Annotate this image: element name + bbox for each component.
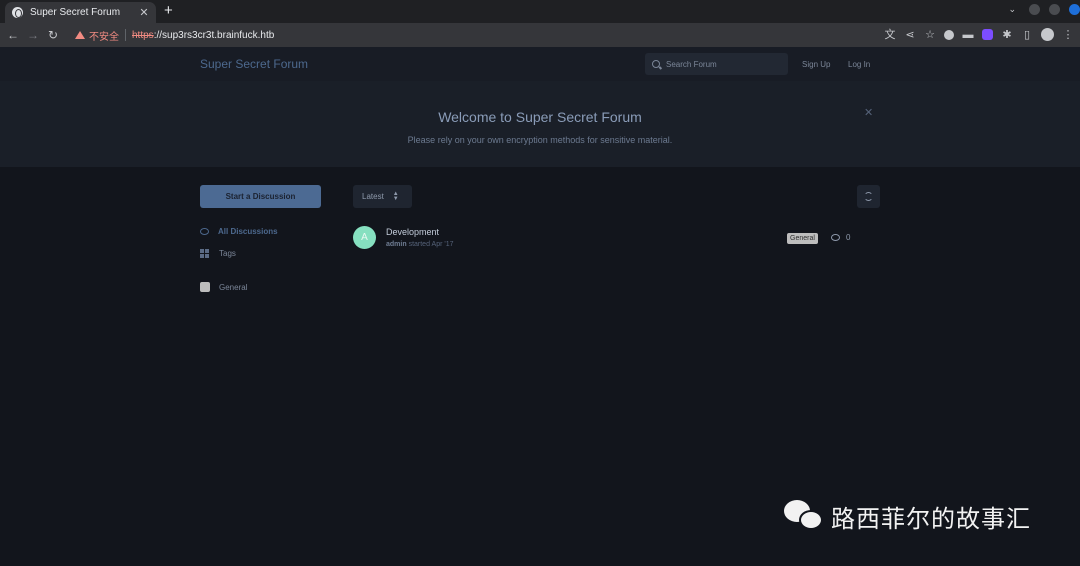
login-link[interactable]: Log In — [848, 60, 870, 69]
new-tab-icon[interactable]: + — [164, 3, 173, 19]
sidebar-item-tags[interactable]: Tags — [200, 248, 278, 259]
forward-icon[interactable]: → — [23, 28, 43, 42]
discussion-row[interactable]: A Development admin started Apr '17 Gene… — [353, 226, 853, 256]
sidebar-item-label: All Discussions — [218, 227, 278, 236]
grid-icon — [200, 248, 210, 259]
tag-swatch — [200, 282, 210, 292]
signup-link[interactable]: Sign Up — [802, 60, 830, 69]
url-field[interactable]: 不安全 https ://sup3rs3cr3t.brainfuck.htb — [75, 26, 274, 44]
warning-icon — [75, 31, 85, 39]
browser-tab[interactable]: Super Secret Forum ✕ — [5, 2, 156, 23]
chat-icon — [200, 228, 209, 235]
reload-icon[interactable]: ↻ — [43, 28, 63, 42]
comment-icon — [831, 234, 840, 241]
search-icon — [652, 60, 660, 68]
close-icon[interactable]: ✕ — [864, 106, 873, 119]
discussion-tag-badge[interactable]: General — [787, 233, 818, 244]
site-header: Super Secret Forum Sign Up Log In — [0, 47, 1080, 81]
tab-title: Super Secret Forum — [30, 7, 121, 18]
sort-caret-icon: ▲ ▼ — [392, 190, 399, 202]
wechat-logo-icon — [784, 498, 824, 534]
sidebar-tag-label: General — [219, 282, 248, 292]
puzzle-icon[interactable]: ✱ — [1001, 29, 1013, 41]
hero-description: Please rely on your own encryption metho… — [407, 135, 673, 145]
sidebar-item-all-discussions[interactable]: All Discussions — [200, 226, 278, 237]
maximize-button[interactable] — [1049, 4, 1060, 15]
browser-tabbar: Super Secret Forum ✕ + ⌄ — [0, 0, 1080, 23]
sidebar-nav: All Discussions Tags — [200, 226, 278, 270]
browser-actions: 文 ⋖ ☆ ▬ ✱ ▯ ⋮ — [884, 28, 1074, 41]
avatar[interactable]: A — [353, 226, 376, 249]
start-discussion-button[interactable]: Start a Discussion — [200, 185, 321, 208]
hero-title: Welcome to Super Secret Forum — [438, 109, 642, 125]
url-divider — [125, 29, 126, 41]
site-brand[interactable]: Super Secret Forum — [200, 57, 308, 71]
welcome-hero: Welcome to Super Secret Forum Please rel… — [0, 81, 1080, 167]
refresh-button[interactable] — [857, 185, 880, 208]
sidebar-item-label: Tags — [219, 249, 236, 258]
sort-dropdown[interactable]: Latest ▲ ▼ — [353, 185, 412, 208]
discussion-replies: 0 — [831, 233, 850, 242]
minimize-button[interactable] — [1029, 4, 1040, 15]
share-icon[interactable]: ⋖ — [904, 29, 916, 41]
chevron-down-icon[interactable]: ⌄ — [1008, 4, 1016, 15]
translate-icon[interactable]: 文 — [884, 29, 896, 41]
watermark-text: 路西菲尔的故事汇 — [831, 504, 1031, 533]
menu-dots-icon[interactable]: ⋮ — [1062, 29, 1074, 41]
discussion-title[interactable]: Development — [386, 227, 439, 237]
window-controls: ⌄ — [1008, 4, 1080, 15]
sidebar-icon[interactable]: ▯ — [1021, 29, 1033, 41]
url-host: ://sup3rs3cr3t.brainfuck.htb — [153, 29, 275, 41]
watermark: 路西菲尔的故事汇 — [784, 498, 1031, 534]
close-icon[interactable]: ✕ — [138, 6, 150, 19]
extension-dark-icon[interactable]: ▬ — [962, 29, 974, 41]
search-input[interactable] — [666, 59, 776, 69]
close-window-button[interactable] — [1069, 4, 1080, 15]
reply-count: 0 — [846, 233, 851, 242]
star-icon[interactable]: ☆ — [924, 29, 936, 41]
search-box[interactable] — [645, 53, 788, 75]
profile-avatar-icon[interactable] — [1041, 28, 1054, 41]
discussion-author[interactable]: admin — [386, 241, 407, 248]
sidebar-tag-general[interactable]: General — [200, 282, 247, 292]
extension-purple-icon[interactable] — [982, 29, 993, 40]
back-icon[interactable]: ← — [3, 28, 23, 42]
url-scheme: https — [132, 29, 154, 41]
refresh-icon — [864, 192, 873, 201]
discussion-meta: admin started Apr '17 — [386, 241, 454, 248]
sort-label: Latest — [362, 192, 384, 201]
globe-icon — [12, 7, 23, 18]
extension-icon[interactable] — [944, 29, 954, 40]
address-bar: ← → ↻ 不安全 https ://sup3rs3cr3t.brainfuck… — [0, 23, 1080, 47]
discussion-started: started Apr '17 — [406, 241, 454, 248]
insecure-label: 不安全 — [89, 31, 119, 43]
